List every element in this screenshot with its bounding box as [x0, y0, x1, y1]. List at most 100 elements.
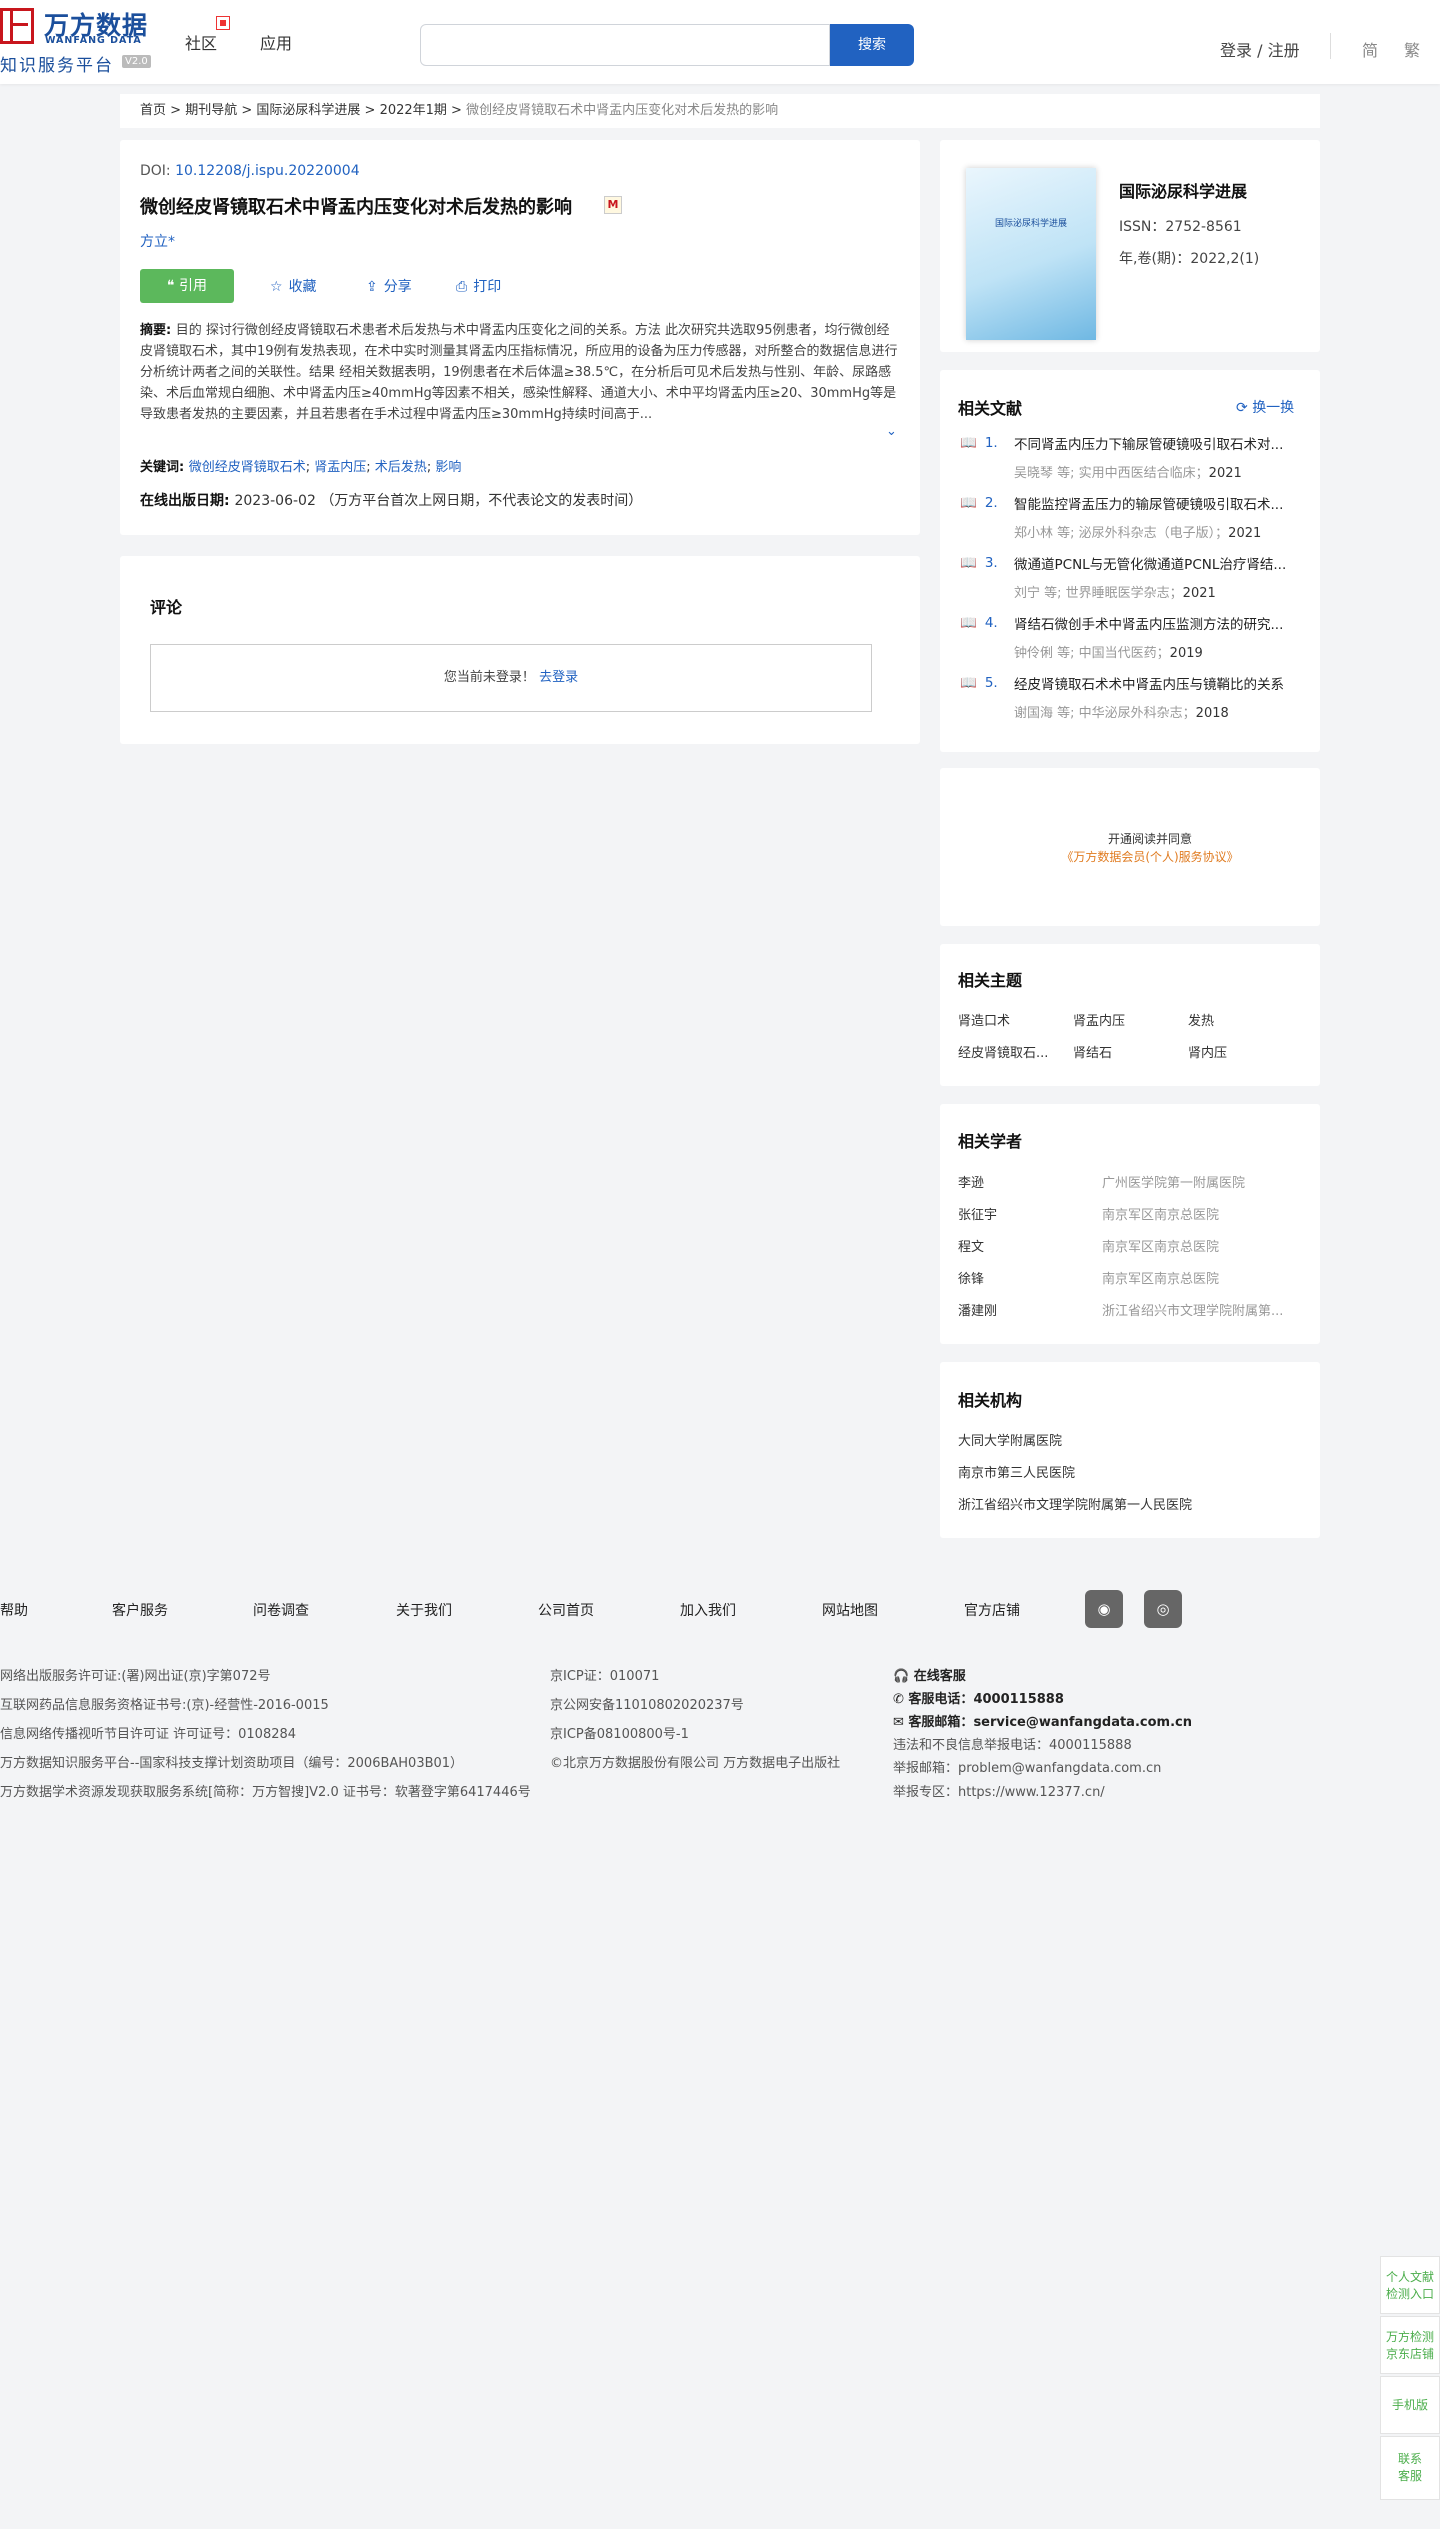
wechat-icon[interactable]: ◎ [1144, 1590, 1182, 1628]
related-doc-source: 泌尿外科杂志（电子版）； [1078, 526, 1229, 541]
institution-link[interactable]: 南京市第三人民医院 [958, 1462, 1075, 1481]
sidebar-mobile[interactable]: 手机版 [1380, 2376, 1440, 2434]
publish-date: 在线出版日期: 2023-06-02 （万方平台首次上网日期，不代表论文的发表时… [140, 490, 642, 510]
doi-link[interactable]: 10.12208/j.ispu.20220004 [175, 163, 360, 179]
cite-button[interactable]: ❝ 引用 [140, 269, 234, 303]
related-doc-source: 实用中西医结合临床； [1078, 466, 1209, 481]
metadata-icon[interactable]: M [604, 196, 622, 214]
report-zone[interactable]: 举报专区：https://www.12377.cn/ [893, 1781, 1105, 1800]
keyword-link[interactable]: 微创经皮肾镜取石术 [189, 460, 306, 475]
new-badge-icon [216, 16, 230, 30]
lang-simplified[interactable]: 简 [1362, 37, 1378, 61]
related-doc-title[interactable]: 肾结石微创手术中肾盂内压监测方法的研究... [1014, 615, 1300, 635]
nav-apps[interactable]: 应用 [260, 30, 292, 54]
footer-link-join[interactable]: 加入我们 [680, 1600, 736, 1620]
keyword-link[interactable]: 术后发热 [375, 460, 427, 475]
sidebar-detect-entry[interactable]: 个人文献 检测入口 [1380, 2256, 1440, 2314]
lang-traditional[interactable]: 繁 [1404, 37, 1420, 61]
footer-link-home[interactable]: 公司首页 [538, 1600, 594, 1620]
sidebar-jd-store[interactable]: 万方检测 京东店铺 [1380, 2316, 1440, 2374]
mail-icon: ✉ [893, 1715, 909, 1730]
swap-label: 换一换 [1252, 400, 1295, 416]
footer-icp[interactable]: 京公网安备11010802020237号 [550, 1694, 744, 1713]
topic-link[interactable]: 肾盂内压 [1073, 1010, 1173, 1029]
breadcrumb-journal[interactable]: 国际泌尿科学进展 [256, 103, 360, 118]
related-doc-title[interactable]: 智能监控肾盂压力的输尿管硬镜吸引取石术... [1014, 495, 1300, 515]
nav-community[interactable]: 社区 [185, 30, 217, 54]
keyword-link[interactable]: 肾盂内压 [314, 460, 366, 475]
topic-link[interactable]: 经皮肾镜取石... [958, 1042, 1058, 1061]
footer-link-sitemap[interactable]: 网站地图 [822, 1600, 878, 1620]
topic-link[interactable]: 发热 [1188, 1010, 1288, 1029]
footer-link-help[interactable]: 帮助 [0, 1600, 28, 1620]
related-doc-item[interactable]: 📖 1. 不同肾盂内压力下输尿管硬镜吸引取石术对... 吴晓琴 等; 实用中西医结… [960, 435, 1300, 484]
scholar-org: 南京军区南京总医院 [1102, 1240, 1220, 1255]
scholars-title: 相关学者 [958, 1132, 1023, 1151]
footer-link-store[interactable]: 官方店铺 [964, 1600, 1020, 1620]
scholar-name[interactable]: 徐锋 [958, 1268, 984, 1287]
favorite-button[interactable]: ☆ 收藏 [270, 276, 317, 296]
related-doc-item[interactable]: 📖 5. 经皮肾镜取石术术中肾盂内压与镜鞘比的关系 谢国海 等; 中华泌尿外科杂志… [960, 675, 1300, 724]
related-doc-authors: 吴晓琴 等; [1014, 466, 1075, 481]
agreement-link[interactable]: 《万方数据会员(个人)服务协议》 [1020, 848, 1280, 865]
related-doc-title[interactable]: 不同肾盂内压力下输尿管硬镜吸引取石术对... [1014, 435, 1300, 455]
comment-title: 评论 [150, 598, 183, 617]
breadcrumb-journals[interactable]: 期刊导航 [185, 103, 237, 118]
journal-cover[interactable]: 国际泌尿科学进展 [966, 168, 1096, 340]
topic-link[interactable]: 肾结石 [1073, 1042, 1173, 1061]
cite-label: 引用 [178, 278, 207, 294]
scholar-name[interactable]: 李逊 [958, 1172, 984, 1191]
institution-link[interactable]: 大同大学附属医院 [958, 1430, 1062, 1449]
online-service-label: 在线客服 [913, 1669, 966, 1684]
breadcrumb-home[interactable]: 首页 [140, 103, 166, 118]
service-phone-value: 4000115888 [973, 1692, 1064, 1707]
breadcrumb-issue[interactable]: 2022年1期 [380, 103, 447, 118]
footer-icp[interactable]: 京ICP备08100800号-1 [550, 1723, 689, 1742]
related-doc-title[interactable]: 微通道PCNL与无管化微通道PCNL治疗肾结... [1014, 555, 1300, 575]
online-service-link[interactable]: 🎧 在线客服 [893, 1665, 966, 1684]
go-login-link[interactable]: 去登录 [539, 670, 578, 685]
keyword-link[interactable]: 影响 [435, 460, 461, 475]
search-input[interactable] [420, 24, 830, 66]
footer-link-survey[interactable]: 问卷调查 [253, 1600, 309, 1620]
footer-copyright: ©北京万方数据股份有限公司 万方数据电子出版社 [550, 1756, 841, 1771]
related-doc-source: 中国当代医药； [1078, 646, 1170, 661]
topic-link[interactable]: 肾内压 [1188, 1042, 1288, 1061]
footer-link-service[interactable]: 客户服务 [112, 1600, 168, 1620]
related-doc-source: 中华泌尿外科杂志； [1078, 706, 1196, 721]
scholar-name[interactable]: 潘建刚 [958, 1300, 997, 1319]
footer-icp[interactable]: 京ICP证：010071 [550, 1665, 659, 1684]
related-doc-num: 3. [984, 555, 998, 571]
print-button[interactable]: ⎙ 打印 [456, 276, 501, 296]
topics-title: 相关主题 [958, 971, 1023, 990]
sidebar-contact[interactable]: 联系 客服 [1380, 2436, 1440, 2500]
report-email: 举报邮箱：problem@wanfangdata.com.cn [893, 1761, 1162, 1776]
scholar-name[interactable]: 张征宇 [958, 1204, 997, 1223]
share-button[interactable]: ⇪ 分享 [366, 276, 412, 296]
topic-link[interactable]: 肾造口术 [958, 1010, 1058, 1029]
weibo-icon[interactable]: ◉ [1085, 1590, 1123, 1628]
related-doc-year: 2018 [1195, 706, 1229, 721]
expand-abstract-icon[interactable]: ⌄ [886, 424, 897, 439]
search-button[interactable]: 搜索 [830, 24, 914, 66]
related-doc-item[interactable]: 📖 4. 肾结石微创手术中肾盂内压监测方法的研究... 钟伶俐 等; 中国当代医药… [960, 615, 1300, 664]
related-doc-item[interactable]: 📖 2. 智能监控肾盂压力的输尿管硬镜吸引取石术... 郑小林 等; 泌尿外科杂志… [960, 495, 1300, 544]
institutions-title: 相关机构 [958, 1391, 1023, 1410]
footer-license: 网络出版服务许可证:(署)网出证(京)字第072号 [0, 1669, 271, 1684]
journal-name[interactable]: 国际泌尿科学进展 [1119, 178, 1247, 202]
related-doc-title[interactable]: 经皮肾镜取石术术中肾盂内压与镜鞘比的关系 [1014, 675, 1300, 695]
author-link[interactable]: 方立* [140, 231, 175, 251]
publish-date-label: 在线出版日期: [140, 493, 235, 509]
login-register-link[interactable]: 登录 / 注册 [1220, 37, 1300, 61]
institution-link[interactable]: 浙江省绍兴市文理学院附属第一人民医院 [958, 1494, 1192, 1513]
related-doc-source: 世界睡眠医学杂志； [1065, 586, 1183, 601]
wanfang-logo-icon[interactable] [0, 8, 34, 44]
publish-date-value: 2023-06-02 [234, 493, 316, 509]
swap-button[interactable]: ⟳ 换一换 [1236, 397, 1294, 417]
scholar-name[interactable]: 程文 [958, 1236, 984, 1255]
footer-link-about[interactable]: 关于我们 [396, 1600, 452, 1620]
footer-license: 万方数据知识服务平台--国家科技支撑计划资助项目（编号：2006BAH03B01… [0, 1756, 464, 1771]
related-doc-item[interactable]: 📖 3. 微通道PCNL与无管化微通道PCNL治疗肾结... 刘宁 等; 世界睡眠… [960, 555, 1300, 604]
book-icon: 📖 [960, 435, 977, 451]
footer-license: 互联网药品信息服务资格证书号:(京)-经营性-2016-0015 [0, 1698, 329, 1713]
